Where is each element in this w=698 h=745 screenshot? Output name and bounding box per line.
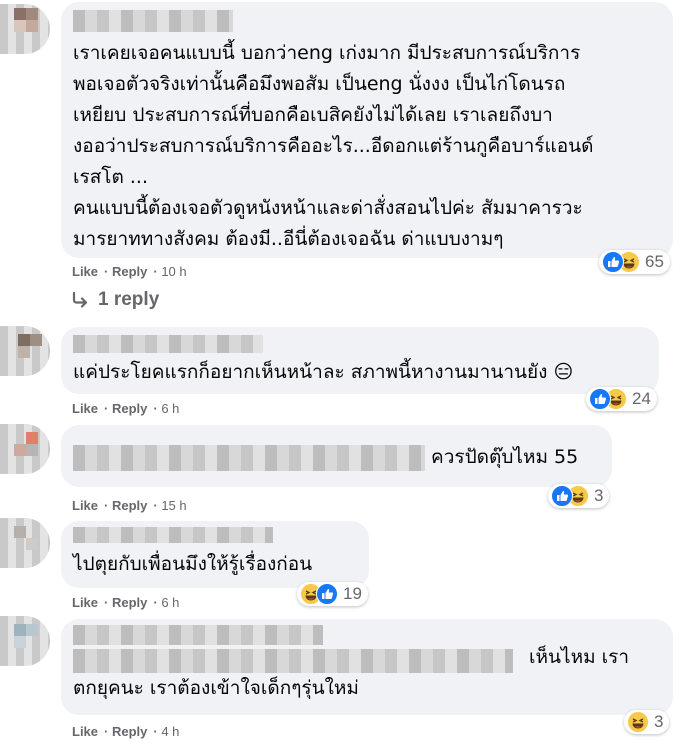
replies-count-label: 1 reply xyxy=(98,289,160,310)
like-link[interactable]: Like xyxy=(72,498,98,513)
like-link[interactable]: Like xyxy=(72,595,98,610)
comment-text: ไปตุยกับเพื่อนมึงให้รู้เรื่องก่อน xyxy=(73,553,313,575)
commenter-name-redacted[interactable] xyxy=(73,10,233,32)
like-reaction-icon xyxy=(551,485,573,507)
reaction-count: 3 xyxy=(594,486,604,505)
reaction-count: 65 xyxy=(645,252,664,271)
comment-bubble: เห็นไหม เรา ตกยุคนะ เราต้องเข้าใจเด็กๆรุ… xyxy=(61,619,673,715)
comment-bubble: แค่ประโยคแรกก็อยากเห็นหน้าละ สภาพนี้หางา… xyxy=(61,327,659,394)
reaction-summary[interactable]: 24 xyxy=(586,387,657,411)
comment-actions: Like · Reply · 10 h xyxy=(72,264,187,279)
comment-actions: Like · Reply · 15 h xyxy=(72,498,187,513)
reply-link[interactable]: Reply xyxy=(112,264,147,279)
commenter-name-redacted[interactable] xyxy=(73,625,523,673)
like-link[interactable]: Like xyxy=(72,264,98,279)
reply-link[interactable]: Reply xyxy=(112,724,147,739)
like-reaction-icon xyxy=(316,583,338,605)
avatar[interactable] xyxy=(0,616,50,666)
reply-link[interactable]: Reply xyxy=(112,498,147,513)
comment-bubble: เราเคยเจอคนแบบนี้ บอกว่าeng เก่งมาก มีปร… xyxy=(61,2,673,258)
like-reaction-icon xyxy=(602,251,624,273)
comment-text: ควรปัดตุ๊บไหม 55 xyxy=(431,446,579,468)
reply-arrow-icon xyxy=(72,292,88,308)
reply-link[interactable]: Reply xyxy=(112,595,147,610)
commenter-name-redacted[interactable] xyxy=(73,335,263,353)
comment-actions: Like · Reply · 6 h xyxy=(72,595,180,610)
avatar[interactable] xyxy=(0,4,50,54)
timestamp[interactable]: 15 h xyxy=(161,498,186,513)
like-link[interactable]: Like xyxy=(72,724,98,739)
comment-text: แค่ประโยคแรกก็อยากเห็นหน้าละ สภาพนี้หางา… xyxy=(73,361,574,383)
reaction-summary[interactable]: 3 xyxy=(548,484,610,508)
comment-actions: Like · Reply · 6 h xyxy=(72,401,180,416)
timestamp[interactable]: 6 h xyxy=(161,595,179,610)
reaction-count: 19 xyxy=(343,584,362,603)
reaction-count: 24 xyxy=(632,389,651,408)
like-link[interactable]: Like xyxy=(72,401,98,416)
timestamp[interactable]: 6 h xyxy=(161,401,179,416)
comment-text-line2: ตกยุคนะ เราต้องเข้าใจเด็กๆรุ่นใหม่ xyxy=(73,677,359,699)
commenter-name-redacted[interactable] xyxy=(73,527,273,543)
reaction-summary[interactable]: 19 xyxy=(297,582,368,606)
haha-reaction-icon xyxy=(627,711,649,733)
avatar[interactable] xyxy=(0,326,50,376)
comment-text: เราเคยเจอคนแบบนี้ บอกว่าeng เก่งมาก มีปร… xyxy=(73,42,594,250)
avatar[interactable] xyxy=(0,424,50,474)
reaction-summary[interactable]: 3 xyxy=(624,710,670,734)
like-reaction-icon xyxy=(589,388,611,410)
comment-text-line1: เห็นไหม เรา xyxy=(529,646,630,668)
timestamp[interactable]: 10 h xyxy=(161,264,186,279)
reply-link[interactable]: Reply xyxy=(112,401,147,416)
commenter-name-redacted[interactable] xyxy=(73,444,425,471)
avatar[interactable] xyxy=(0,518,50,568)
reaction-summary[interactable]: 65 xyxy=(599,250,670,274)
reaction-count: 3 xyxy=(654,712,664,731)
timestamp[interactable]: 4 h xyxy=(161,724,179,739)
comment-actions: Like · Reply · 4 h xyxy=(72,724,180,739)
comment-bubble: ควรปัดตุ๊บไหม 55 xyxy=(61,425,612,487)
comment-bubble: ไปตุยกับเพื่อนมึงให้รู้เรื่องก่อน xyxy=(61,521,369,588)
view-replies-link[interactable]: 1 reply xyxy=(72,289,159,311)
